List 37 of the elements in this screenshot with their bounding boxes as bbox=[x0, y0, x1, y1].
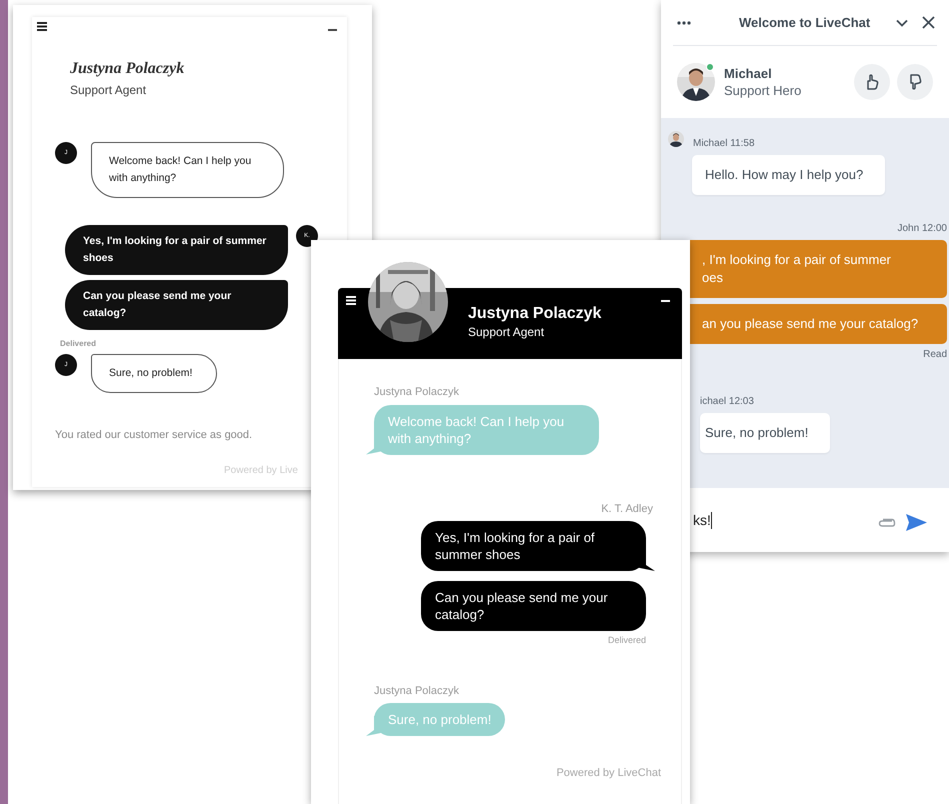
author-name: Justyna Polaczyk bbox=[374, 385, 459, 400]
agent-name: Michael bbox=[724, 65, 773, 82]
author-name: Justyna Polaczyk bbox=[374, 684, 459, 698]
close-icon[interactable] bbox=[922, 16, 935, 29]
message-bubble: Sure, no problem! bbox=[700, 413, 830, 453]
author-name: K. T. Adley bbox=[601, 502, 653, 516]
message-bubble: Welcome back! Can I help you with anything? bbox=[91, 142, 284, 198]
author-name: ichael 12:03 bbox=[700, 395, 754, 409]
message-bubble: Sure, no problem! bbox=[91, 354, 217, 393]
paperclip-icon[interactable] bbox=[878, 518, 896, 528]
thumbs-up-icon bbox=[865, 74, 879, 90]
message-input[interactable]: ks! bbox=[693, 510, 711, 530]
author-name: John 12:00 bbox=[898, 222, 947, 236]
minimize-icon[interactable] bbox=[896, 18, 908, 26]
thumbs-up-button[interactable] bbox=[854, 64, 890, 100]
menu-icon[interactable] bbox=[37, 22, 47, 31]
powered-by-text: Powered by LiveChat bbox=[556, 766, 661, 781]
message-bubble: Yes, I'm looking for a pair of summer shoes bbox=[65, 225, 288, 275]
window-title: Welcome to LiveChat bbox=[739, 14, 870, 32]
text-cursor bbox=[710, 512, 712, 528]
author-name: Michael 11:58 bbox=[693, 137, 755, 151]
message-bubble: Can you please send me your catalog? bbox=[65, 280, 288, 330]
agent-name: Justyna Polaczyk bbox=[70, 59, 184, 79]
agent-role: Support Agent bbox=[70, 82, 146, 99]
send-icon[interactable] bbox=[906, 514, 927, 530]
thumbs-down-button[interactable] bbox=[897, 64, 933, 100]
agent-role: Support Agent bbox=[468, 324, 546, 340]
delivery-status: Delivered bbox=[608, 634, 646, 647]
agent-name: Justyna Polaczyk bbox=[468, 304, 602, 324]
agent-role: Support Hero bbox=[724, 82, 802, 99]
thumbs-down-icon bbox=[908, 74, 922, 90]
rating-note: You rated our customer service as good. bbox=[55, 428, 252, 443]
more-options-icon[interactable] bbox=[677, 20, 691, 24]
message-bubble: Hello. How may I help you? bbox=[692, 155, 885, 195]
read-status: Read bbox=[923, 348, 947, 362]
delivery-status: Delivered bbox=[60, 338, 96, 350]
menu-icon[interactable] bbox=[346, 296, 356, 305]
